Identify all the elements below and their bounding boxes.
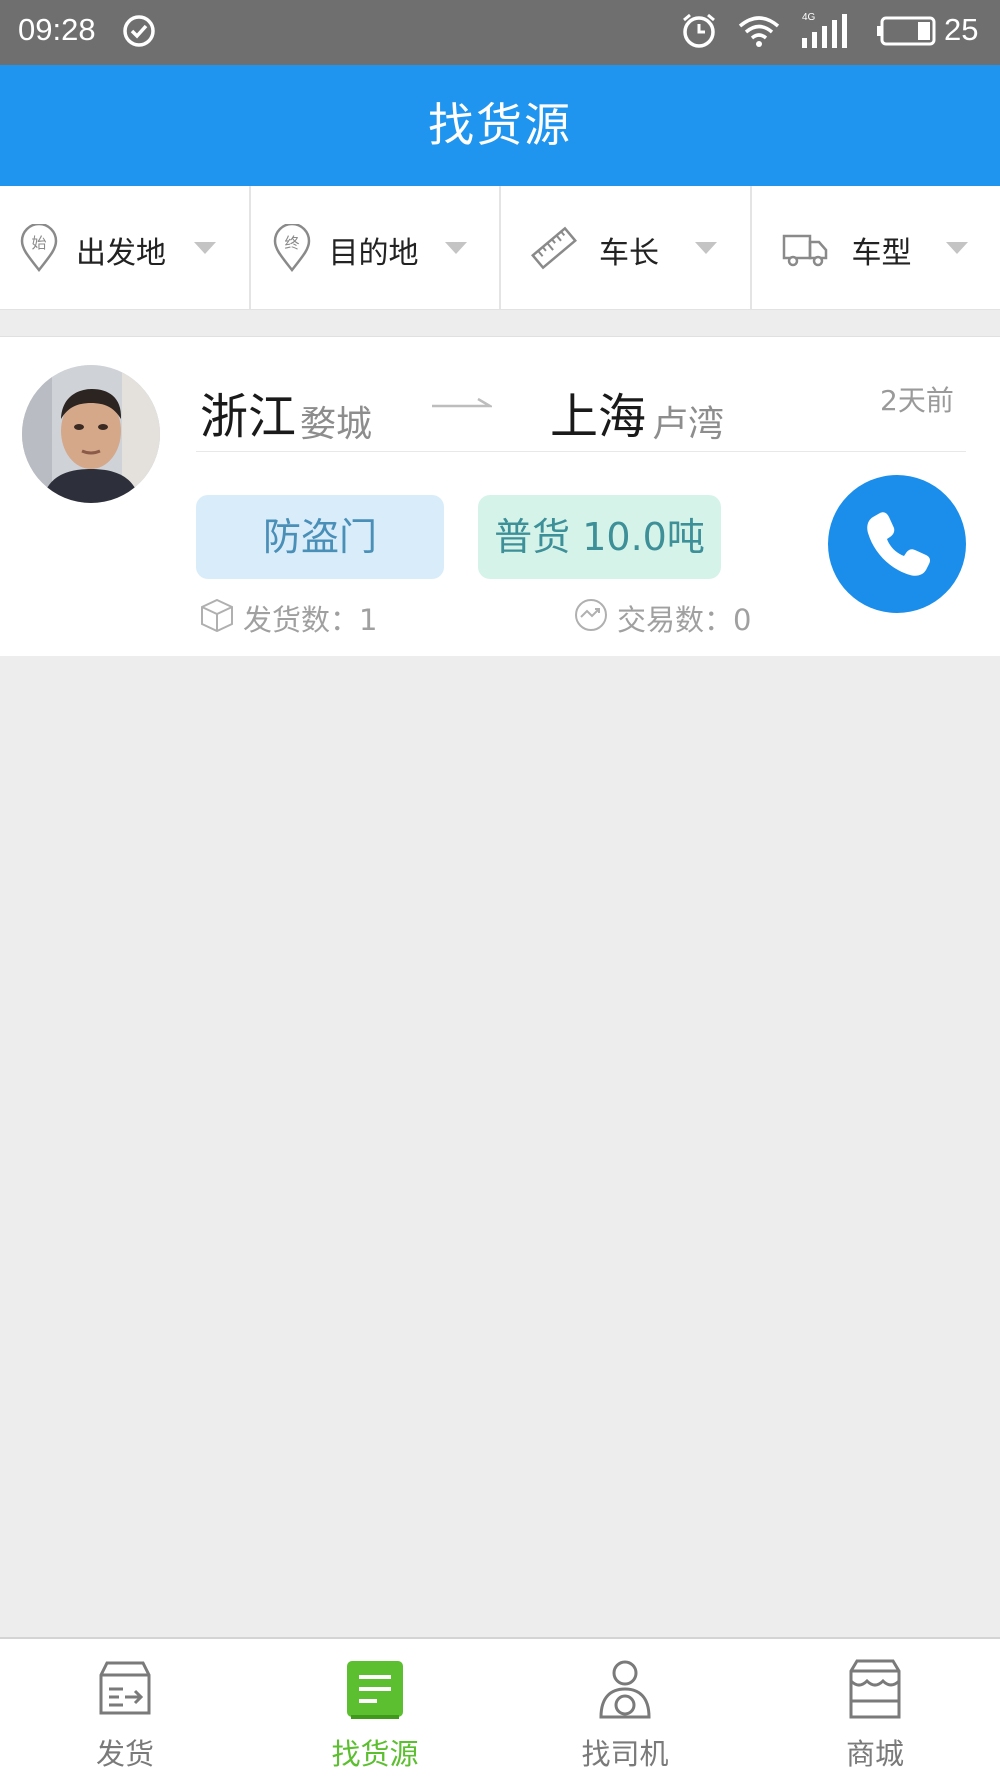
- avatar[interactable]: [22, 365, 160, 503]
- filter-origin[interactable]: 始 出发地: [0, 186, 251, 309]
- wifi-icon: [738, 16, 780, 47]
- divider: [196, 451, 966, 452]
- posted-time: 2天前: [880, 384, 954, 417]
- origin-city: 婺城: [300, 404, 373, 445]
- destination-province: 上海: [550, 389, 647, 445]
- cargo-weight-tag: 普货 10.0吨: [478, 495, 721, 579]
- truck-icon: [782, 234, 827, 267]
- nav-find-cargo[interactable]: 找货源: [250, 1639, 500, 1777]
- destination-pin-icon: 终: [273, 224, 310, 272]
- shipment-count-label: 发货数：1: [243, 603, 378, 637]
- exchange-icon: [575, 599, 607, 631]
- nav-find-driver-label: 找司机: [581, 1737, 669, 1771]
- check-circle-icon: [123, 15, 155, 47]
- svg-text:始: 始: [31, 234, 46, 252]
- arrow-right-icon: [432, 397, 492, 408]
- chevron-down-icon: [194, 242, 216, 254]
- cargo-name-tag: 防盗门: [196, 495, 444, 579]
- svg-text:终: 终: [284, 234, 299, 252]
- chevron-down-icon: [695, 242, 717, 254]
- store-icon: [849, 1659, 901, 1719]
- shipment-count: 发货数：1: [199, 595, 479, 637]
- nav-store[interactable]: 商城: [750, 1639, 1000, 1777]
- filter-vehicle-length[interactable]: 车长: [501, 186, 752, 309]
- trade-count: 交易数：0: [573, 595, 853, 637]
- screen: 09:28 4G 25 找货源 始 出发地 终 目的地 车长 车型 浙江 婺城 …: [0, 0, 1000, 1777]
- box-icon: [201, 598, 233, 633]
- origin-pin-icon: 始: [20, 224, 58, 272]
- filter-bar: 始 出发地 终 目的地 车长 车型: [0, 186, 1000, 310]
- ship-box-icon: [99, 1661, 151, 1715]
- filter-origin-label: 出发地: [76, 236, 166, 271]
- call-button[interactable]: [828, 475, 966, 613]
- origin-province: 浙江: [200, 389, 297, 445]
- page-title: 找货源: [428, 98, 572, 152]
- nav-ship[interactable]: 发货: [0, 1639, 250, 1777]
- trade-count-label: 交易数：0: [617, 603, 752, 637]
- status-bar: 09:28 4G 25: [0, 0, 1000, 65]
- driver-icon: [599, 1660, 651, 1719]
- filter-destination[interactable]: 终 目的地: [251, 186, 501, 309]
- nav-find-driver[interactable]: 找司机: [500, 1639, 750, 1777]
- alarm-icon: [683, 13, 715, 48]
- chevron-down-icon: [444, 242, 467, 254]
- filter-vehicle-type-label: 车型: [851, 236, 912, 271]
- app-header: 找货源: [0, 65, 1000, 186]
- nav-find-cargo-label: 找货源: [331, 1737, 419, 1771]
- list-icon: [347, 1661, 403, 1719]
- phone-icon: [867, 512, 930, 576]
- battery-level: 25: [944, 12, 979, 47]
- bottom-nav: 发货 找货源 找司机 商城: [0, 1637, 1000, 1777]
- filter-vehicle-type[interactable]: 车型: [752, 186, 1000, 309]
- nav-ship-label: 发货: [95, 1737, 154, 1771]
- network-type: 4G: [802, 12, 816, 23]
- nav-store-label: 商城: [845, 1737, 904, 1771]
- signal-icon: 4G: [802, 12, 847, 48]
- destination-city: 卢湾: [652, 404, 725, 445]
- filter-destination-label: 目的地: [328, 236, 419, 271]
- avatar-image: [22, 365, 160, 503]
- cargo-listing-card[interactable]: 浙江 婺城 上海 卢湾 2天前 防盗门 普货 10.0吨 发货数：1 交易数：0: [0, 336, 1000, 656]
- status-time: 09:28: [18, 12, 96, 47]
- chevron-down-icon: [945, 242, 968, 254]
- filter-vehicle-length-label: 车长: [599, 236, 659, 271]
- battery-icon: [877, 16, 936, 46]
- ruler-icon: [531, 226, 577, 270]
